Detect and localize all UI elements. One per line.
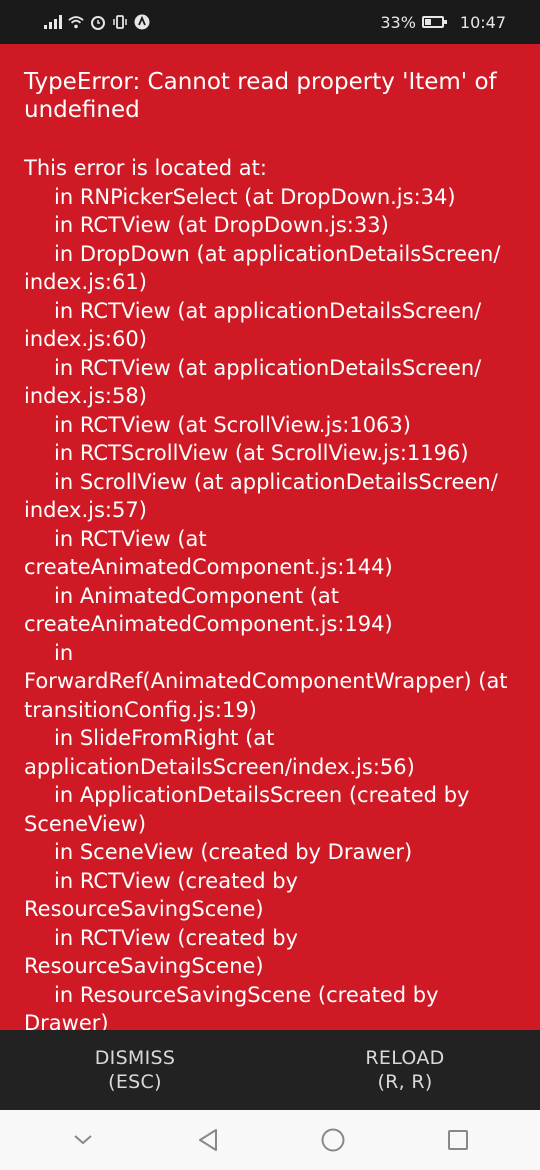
error-located-label: This error is located at: <box>24 156 267 180</box>
stack-frame: in RCTView (created by ResourceSavingSce… <box>24 868 298 922</box>
reload-shortcut: (R, R) <box>377 1071 433 1093</box>
stack-frame: in RCTView (at ScrollView.js:1063) <box>54 412 411 437</box>
stack-frame: in RCTView (at applicationDetailsScreen/… <box>24 355 482 409</box>
stack-frame: in DropDown (at applicationDetailsScreen… <box>24 241 501 295</box>
system-nav-bar <box>0 1110 540 1170</box>
error-title: TypeError: Cannot read property 'Item' o… <box>24 69 497 123</box>
clock: 10:47 <box>459 12 506 32</box>
stack-frame: in RCTView (at applicationDetailsScreen/… <box>24 298 482 352</box>
stack-frame: in SceneView (created by Drawer) <box>54 840 413 864</box>
status-bar: 33% 10:47 <box>0 0 540 44</box>
dismiss-shortcut: (ESC) <box>108 1071 162 1093</box>
stack-frame: in ApplicationDetailsScreen (created by … <box>24 783 470 836</box>
home-circle-icon[interactable] <box>313 1120 353 1160</box>
stack-frame: in RNPickerSelect (at DropDown.js:34) <box>54 184 456 209</box>
app-notification-icon <box>134 14 150 30</box>
wifi-icon <box>68 14 84 30</box>
redbox-action-bar: DISMISS (ESC) RELOAD (R, R) <box>0 1030 540 1110</box>
back-triangle-icon[interactable] <box>188 1120 228 1160</box>
error-stack-trace: in RNPickerSelect (at DropDown.js:34) in… <box>24 183 516 1031</box>
stack-frame: in RCTView (created by ResourceSavingSce… <box>24 925 298 979</box>
reload-button[interactable]: RELOAD (R, R) <box>270 1030 540 1110</box>
recents-square-icon[interactable] <box>438 1120 478 1160</box>
error-redbox[interactable]: TypeError: Cannot read property 'Item' o… <box>0 44 540 1030</box>
stack-frame: in ResourceSavingScene (created by Drawe… <box>24 982 439 1031</box>
stack-frame: in ForwardRef(AnimatedComponentWrapper) … <box>24 640 508 722</box>
stack-frame: in RCTView (at DropDown.js:33) <box>54 213 389 237</box>
dismiss-label: DISMISS <box>94 1047 176 1069</box>
status-icons-right: 33% 10:47 <box>380 13 506 32</box>
stack-frame: in RCTScrollView (at ScrollView.js:1196) <box>54 441 469 465</box>
battery-icon <box>421 16 447 28</box>
vibrate-icon <box>112 14 128 30</box>
reload-label: RELOAD <box>365 1047 445 1069</box>
stack-frame: in ScrollView (at applicationDetailsScre… <box>24 469 498 523</box>
dismiss-button[interactable]: DISMISS (ESC) <box>0 1030 270 1110</box>
signal-icon <box>44 15 62 29</box>
stack-frame: in AnimatedComponent (at createAnimatedC… <box>24 583 393 637</box>
status-icons-left <box>44 14 150 30</box>
stack-frame: in RCTView (at createAnimatedComponent.j… <box>24 526 393 580</box>
battery-percent: 33% <box>380 12 416 32</box>
alarm-icon <box>90 14 106 30</box>
chevron-down-icon[interactable] <box>63 1120 103 1160</box>
stack-frame: in SlideFromRight (at applicationDetails… <box>24 726 415 779</box>
